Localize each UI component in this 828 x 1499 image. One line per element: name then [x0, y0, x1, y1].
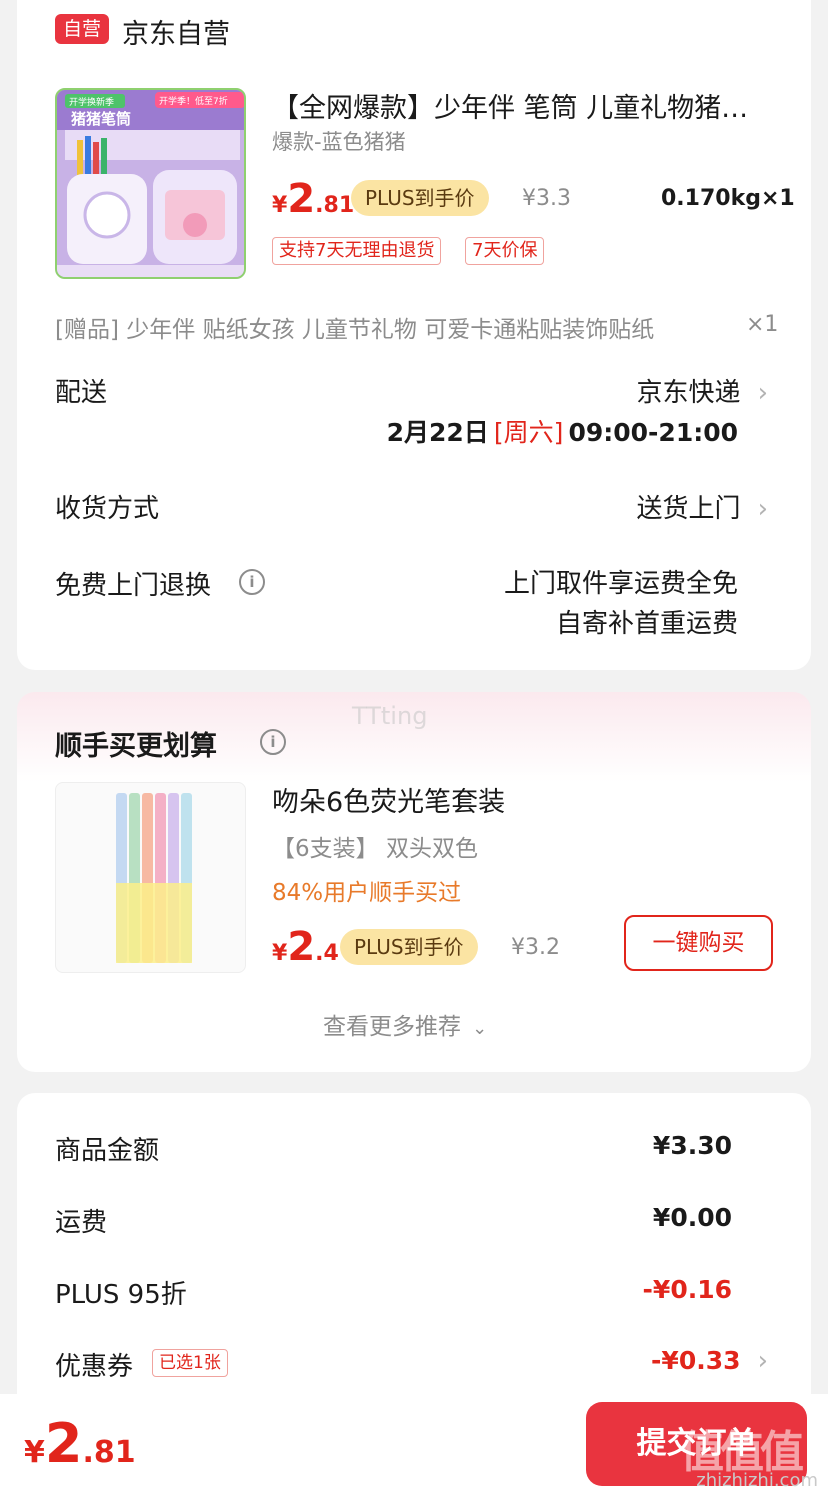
recommend-item-price: ¥2.4	[272, 924, 339, 970]
price-decimal: .4	[315, 941, 339, 966]
delivery-date: 2月22日	[386, 418, 489, 447]
coupon-label: 优惠券	[55, 1352, 134, 1382]
image-promo-text: 开学季！低至7折	[159, 95, 228, 107]
shipping-value: ¥0.00	[652, 1203, 732, 1232]
site-url-watermark: zhizhizhi.com	[696, 1470, 818, 1491]
plus-price-tag: PLUS到手价	[351, 180, 489, 216]
free-return-line1: 上门取件享运费全免	[503, 569, 738, 599]
view-more-recommend[interactable]: 查看更多推荐 ⌄	[323, 1007, 487, 1041]
delivery-label: 配送	[55, 378, 108, 408]
plus-discount-label: PLUS 95折	[55, 1280, 187, 1310]
coupon-row[interactable]: -¥0.33 ›	[651, 1346, 768, 1376]
recommend-item-note: 84%用户顺手买过	[272, 880, 462, 906]
store-name[interactable]: 京东自营	[122, 12, 230, 51]
recommend-original-price: ¥3.2	[511, 935, 560, 960]
free-return-label: 免费上门退换	[55, 571, 212, 601]
goods-amount-value: ¥3.30	[652, 1131, 732, 1160]
free-return-line2: 自寄补首重运费	[555, 609, 738, 639]
recommend-item-image[interactable]	[55, 782, 246, 973]
highlighter-set-illustration	[116, 793, 192, 963]
price-symbol: ¥	[24, 1435, 45, 1470]
delivery-carrier-row[interactable]: 京东快递 ›	[636, 372, 768, 409]
image-tag-text: 开学换新季	[69, 96, 114, 108]
plus-discount-value: -¥0.16	[642, 1275, 732, 1304]
gift-item[interactable]: [赠品] 少年伴 贴纸女孩 儿童节礼物 可爱卡通粘贴装饰贴纸	[55, 310, 715, 344]
coupon-selected-badge: 已选1张	[152, 1349, 228, 1377]
receive-method-value: 送货上门	[636, 494, 741, 524]
image-title-text: 猪猪笔筒	[70, 110, 131, 128]
price-symbol: ¥	[272, 941, 288, 966]
self-operated-badge: 自营	[55, 14, 109, 44]
chevron-right-icon: ›	[757, 1346, 768, 1376]
shipping-label: 运费	[55, 1208, 108, 1238]
original-price: ¥3.3	[522, 186, 571, 211]
one-click-buy-button[interactable]: 一键购买	[624, 915, 773, 971]
gift-quantity: ×1	[746, 312, 779, 337]
image-watermark: TTting	[352, 702, 428, 730]
product-variant: 爆款-蓝色猪猪	[272, 130, 406, 154]
receive-method-label: 收货方式	[55, 494, 160, 524]
total-price: ¥2.81	[24, 1412, 136, 1475]
info-icon[interactable]: i	[260, 729, 286, 755]
product-title[interactable]: 【全网爆款】少年伴 笔筒 儿童礼物猪猪笔筒	[272, 86, 772, 125]
price-protect-tag: 7天价保	[465, 237, 545, 265]
price-integer: 2	[287, 176, 316, 222]
plus-price-tag: PLUS到手价	[340, 929, 478, 965]
delivery-time[interactable]: 2月22日 [周六] 09:00-21:00	[387, 413, 738, 449]
recommend-item-name[interactable]: 吻朵6色荧光笔套装	[272, 780, 505, 819]
recommend-title: 顺手买更划算	[55, 731, 217, 762]
price-decimal: .81	[82, 1435, 136, 1470]
return-policy-tag: 支持7天无理由退货	[272, 237, 442, 265]
delivery-window: 09:00-21:00	[568, 418, 738, 447]
delivery-carrier: 京东快递	[636, 378, 741, 408]
product-price: ¥2.81	[272, 176, 354, 222]
weight-quantity: 0.170kg×1	[661, 186, 795, 211]
receive-method-row[interactable]: 送货上门 ›	[636, 488, 768, 525]
view-more-label: 查看更多推荐	[323, 1014, 461, 1040]
info-icon[interactable]: i	[239, 569, 265, 595]
price-integer: 2	[44, 1412, 83, 1475]
pencil-holder-illustration: 开学换新季 开学季！低至7折 猪猪笔筒	[57, 90, 244, 277]
price-integer: 2	[287, 924, 316, 970]
recommend-item-spec: 【6支装】 双头双色	[272, 836, 478, 862]
price-decimal: .81	[315, 193, 355, 218]
chevron-down-icon: ⌄	[472, 1018, 488, 1039]
coupon-value: -¥0.33	[651, 1346, 741, 1375]
price-symbol: ¥	[272, 193, 288, 218]
product-image[interactable]: 开学换新季 开学季！低至7折 猪猪笔筒	[55, 88, 246, 279]
goods-amount-label: 商品金额	[55, 1136, 160, 1166]
chevron-right-icon: ›	[757, 378, 768, 408]
delivery-weekday: [周六]	[493, 418, 564, 447]
chevron-right-icon: ›	[757, 494, 768, 524]
